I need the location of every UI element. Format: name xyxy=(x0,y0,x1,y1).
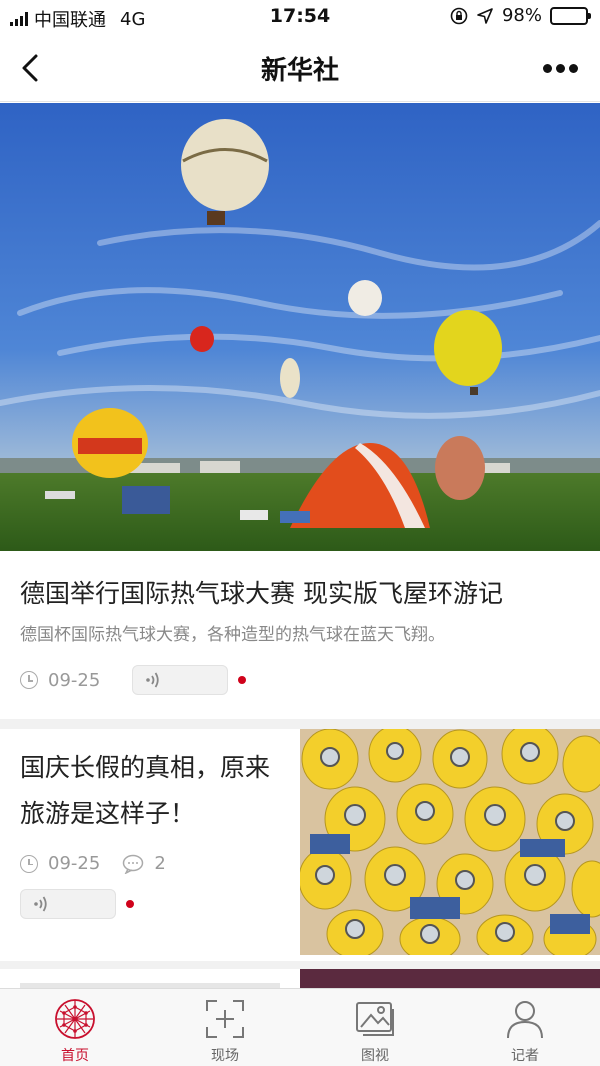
article-summary: 德国杯国际热气球大赛，各种造型的热气球在蓝天飞翔。 xyxy=(20,625,445,645)
comment-icon xyxy=(123,854,144,874)
hot-air-balloons-image[interactable] xyxy=(0,103,600,551)
tab-reporter[interactable]: 记者 xyxy=(450,989,600,1066)
more-dot xyxy=(542,63,552,73)
article-meta: 09-25 xyxy=(20,665,580,719)
rotation-lock-icon xyxy=(450,7,468,24)
unread-dot xyxy=(238,676,247,684)
status-bar: 中国联通 4G 17:54 98% xyxy=(0,0,600,34)
article-date: 09-25 xyxy=(48,669,101,691)
tab-label: 首页 xyxy=(61,1048,89,1064)
gallery-image-icon xyxy=(356,1002,394,1036)
battery-icon xyxy=(550,6,591,25)
navigation-bar: 新华社 xyxy=(0,34,600,102)
tab-live[interactable]: 现场 xyxy=(150,989,300,1066)
tab-home[interactable]: 首页 xyxy=(0,989,150,1066)
tab-label: 图视 xyxy=(361,1048,389,1064)
scan-add-icon xyxy=(206,1000,244,1038)
article-title[interactable]: 国庆长假的真相，原来旅游是这样子！ xyxy=(20,745,288,837)
article-meta: 09-25 2 xyxy=(20,853,166,874)
news-feed[interactable]: 德国举行国际热气球大赛 现实版飞屋环游记 德国杯国际热气球大赛，各种造型的热气球… xyxy=(0,103,600,988)
article-image-partial[interactable] xyxy=(300,969,600,988)
article-title[interactable]: 德国举行国际热气球大赛 现实版飞屋环游记 xyxy=(20,577,580,611)
globe-network-icon xyxy=(55,999,95,1039)
clock-icon xyxy=(20,671,38,689)
feed-divider xyxy=(0,961,600,969)
article-date: 09-25 xyxy=(48,853,101,874)
audio-wave-icon xyxy=(34,896,47,912)
article-body[interactable]: 德国举行国际热气球大赛 现实版飞屋环游记 德国杯国际热气球大赛，各种造型的热气球… xyxy=(0,577,600,719)
audio-play-button[interactable] xyxy=(20,889,116,919)
person-icon xyxy=(507,1001,543,1039)
location-arrow-icon xyxy=(477,7,493,24)
tab-label: 现场 xyxy=(211,1048,239,1064)
clock-icon xyxy=(20,854,38,873)
tab-label: 记者 xyxy=(511,1048,539,1064)
battery-percent: 98% xyxy=(501,5,542,26)
unread-dot xyxy=(126,900,134,908)
audio-wave-icon xyxy=(146,672,159,688)
feed-divider xyxy=(0,719,600,729)
audio-row xyxy=(20,889,134,919)
tab-gallery[interactable]: 图视 xyxy=(300,989,450,1066)
more-button[interactable] xyxy=(538,54,582,82)
article-card[interactable]: 德国举行国际热气球大赛 现实版飞屋环游记 德国杯国际热气球大赛，各种造型的热气球… xyxy=(0,103,600,719)
status-right: 98% xyxy=(450,5,591,26)
minions-crowd-image[interactable] xyxy=(300,729,600,955)
more-dot xyxy=(568,63,578,73)
comment-count: 2 xyxy=(154,853,166,874)
page-title: 新华社 xyxy=(260,56,339,86)
tab-bar: 首页 现场 图视 记者 xyxy=(0,988,600,1066)
audio-play-button[interactable] xyxy=(132,665,229,695)
article-card[interactable]: 国庆长假的真相，原来旅游是这样子！ 09-25 2 xyxy=(0,729,600,961)
more-dot xyxy=(555,63,565,73)
article-card-partial[interactable] xyxy=(0,969,600,988)
